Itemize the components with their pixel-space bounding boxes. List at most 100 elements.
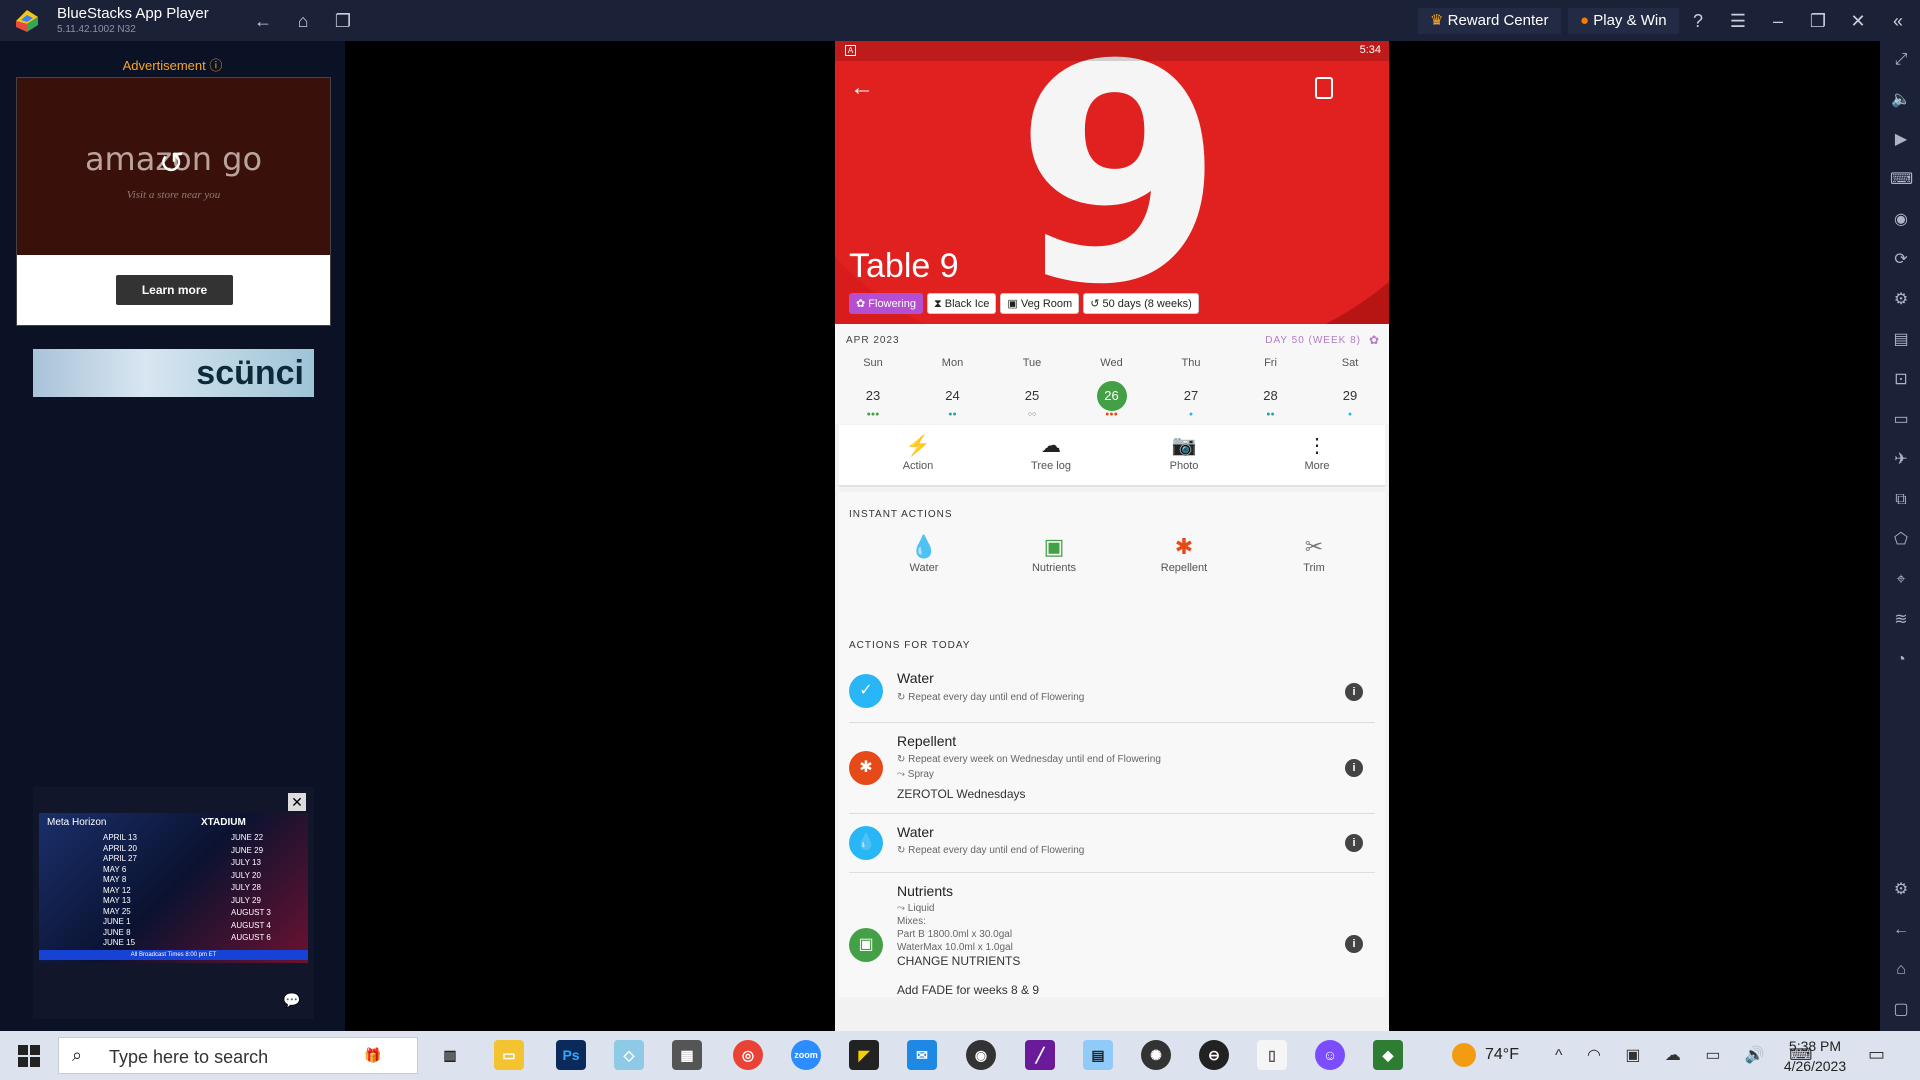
performance-icon[interactable]: ◔ bbox=[1890, 649, 1912, 671]
info-icon[interactable]: ⓘ bbox=[209, 58, 222, 73]
info-icon[interactable]: i bbox=[1345, 834, 1363, 852]
clock[interactable]: 5:38 PM 4/26/2023 bbox=[1770, 1036, 1860, 1076]
collapse-sidebar-icon[interactable]: « bbox=[1887, 10, 1909, 32]
sticky-notes-icon[interactable]: ◤ bbox=[849, 1040, 879, 1070]
windows-start-icon[interactable] bbox=[18, 1045, 40, 1067]
task-row[interactable]: ✱ Repellent ↻ Repeat every week on Wedne… bbox=[849, 723, 1375, 814]
window-app-icon[interactable]: ▤ bbox=[1083, 1040, 1113, 1070]
keyboard-icon[interactable]: ⌨ bbox=[1890, 169, 1913, 191]
calendar-day-name: Sun bbox=[863, 357, 883, 369]
status-a-icon: A bbox=[845, 45, 856, 56]
replay-macro-icon[interactable]: ⟳ bbox=[1890, 249, 1912, 271]
learn-more-button[interactable]: Learn more bbox=[116, 275, 233, 305]
file-explorer-icon[interactable]: ▭ bbox=[494, 1040, 524, 1070]
info-icon[interactable]: i bbox=[1345, 683, 1363, 701]
minimize-icon[interactable]: – bbox=[1767, 10, 1789, 32]
calendar-day-number[interactable]: 24 bbox=[938, 381, 968, 411]
location-icon[interactable]: ⌖ bbox=[1890, 569, 1912, 591]
calendar-day-number[interactable]: 23 bbox=[858, 381, 888, 411]
calendar-day-number[interactable]: 27 bbox=[1176, 381, 1206, 411]
record-icon[interactable]: ◉ bbox=[1890, 209, 1912, 231]
eco-mode-icon[interactable]: ⬠ bbox=[1890, 529, 1912, 551]
video-date: MAY 6 bbox=[103, 864, 127, 874]
amazon-go-ad[interactable]: amazon go Visit a store near you ↺ Learn… bbox=[16, 77, 331, 326]
layers-icon[interactable]: ≋ bbox=[1890, 609, 1912, 631]
screenshot-icon[interactable]: ⊡ bbox=[1890, 369, 1912, 391]
video-date: MAY 12 bbox=[103, 885, 131, 895]
replay-icon[interactable]: ↺ bbox=[159, 146, 184, 181]
calendar-day-number[interactable]: 29 bbox=[1335, 381, 1365, 411]
chip-room[interactable]: ▣ Veg Room bbox=[1000, 293, 1080, 314]
more-button[interactable]: ⋮ More bbox=[1267, 433, 1367, 472]
back-arrow-icon[interactable]: ← bbox=[850, 74, 874, 102]
multi-instance-icon[interactable]: ⧉ bbox=[1890, 489, 1912, 511]
close-video-icon[interactable]: ✕ bbox=[288, 793, 306, 811]
airplane-icon[interactable]: ✈ bbox=[1890, 449, 1912, 471]
bluestacks-taskbar-icon[interactable]: ◆ bbox=[1373, 1040, 1403, 1070]
apk-icon[interactable]: ▤ bbox=[1890, 329, 1912, 351]
recent-apps-icon[interactable]: ▢ bbox=[1890, 999, 1912, 1021]
info-icon[interactable]: i bbox=[1345, 935, 1363, 953]
instant-repellent-button[interactable]: ✱ Repellent bbox=[1139, 534, 1229, 574]
volume-icon[interactable]: 🔈 bbox=[1890, 89, 1912, 111]
video-ad[interactable]: ✕ Meta Horizon XTADIUM APRIL 13 APRIL 20 A… bbox=[33, 787, 314, 1019]
calculator-icon[interactable]: ▦ bbox=[672, 1040, 702, 1070]
tree-log-button[interactable]: ☁ Tree log bbox=[1001, 433, 1101, 472]
file-icon[interactable]: ▯ bbox=[1257, 1040, 1287, 1070]
action-label: Action bbox=[902, 460, 934, 472]
play-win-button[interactable]: ● Play & Win bbox=[1568, 8, 1679, 34]
discord-icon[interactable]: ☺ bbox=[1315, 1040, 1345, 1070]
back-arrow-icon[interactable]: ← bbox=[252, 10, 274, 32]
menu-icon[interactable]: ☰ bbox=[1727, 10, 1749, 32]
action-button[interactable]: ⚡ Action bbox=[868, 433, 968, 472]
folder-icon[interactable]: ▭ bbox=[1890, 409, 1912, 431]
android-home-icon[interactable]: ⌂ bbox=[1890, 959, 1912, 981]
restore-icon[interactable]: ❐ bbox=[1807, 10, 1829, 32]
obs-icon[interactable]: ◉ bbox=[966, 1040, 996, 1070]
zoom-icon[interactable]: zoom bbox=[791, 1040, 821, 1070]
task-view-icon[interactable]: ▥ bbox=[435, 1040, 465, 1070]
task-method-label: Spray bbox=[907, 769, 934, 780]
chip-age[interactable]: ↺ 50 days (8 weeks) bbox=[1083, 293, 1199, 314]
instant-nutrients-button[interactable]: ▣ Nutrients bbox=[1009, 534, 1099, 574]
gamepad-icon[interactable]: ⚙ bbox=[1890, 289, 1912, 311]
potion-icon[interactable] bbox=[1315, 77, 1333, 99]
app-icon[interactable]: ◇ bbox=[614, 1040, 644, 1070]
home-icon[interactable]: ⌂ bbox=[292, 10, 314, 32]
photo-button[interactable]: 📷 Photo bbox=[1134, 433, 1234, 472]
fullscreen-icon[interactable]: ⤢ bbox=[1890, 49, 1912, 71]
calendar-day-number[interactable]: 25 bbox=[1017, 381, 1047, 411]
android-screen: 9 A 5:34 ← Table 9 ✿ Flowering ⧗ Black Ic… bbox=[835, 41, 1389, 1031]
settings-icon[interactable]: ⚙ bbox=[1890, 879, 1912, 901]
status-time: 5:34 bbox=[1359, 44, 1381, 56]
scunci-banner-ad[interactable]: scünci bbox=[33, 349, 314, 397]
task-row[interactable]: 💧 Water ↻ Repeat every day until end of … bbox=[849, 814, 1375, 873]
task-row[interactable]: ✓ Water ↻ Repeat every day until end of … bbox=[849, 664, 1375, 723]
media-icon[interactable]: ▶ bbox=[1890, 129, 1912, 151]
graph-app-icon[interactable]: ╱ bbox=[1025, 1040, 1055, 1070]
instant-water-button[interactable]: 💧 Water bbox=[879, 534, 969, 574]
notifications-icon[interactable]: ▭ bbox=[1868, 1044, 1885, 1065]
task-row[interactable]: ▣ Nutrients ⤳ Liquid Mixes: Part B 1800.… bbox=[849, 873, 1375, 997]
chat-icon[interactable]: 💬 bbox=[283, 992, 300, 1009]
android-back-icon[interactable]: ← bbox=[1890, 919, 1912, 941]
calendar-day-dots: ● bbox=[1347, 411, 1353, 418]
info-icon[interactable]: i bbox=[1345, 759, 1363, 777]
weather-icon[interactable] bbox=[1452, 1043, 1476, 1067]
instant-trim-button[interactable]: ✂ Trim bbox=[1269, 534, 1359, 574]
app-circle-icon[interactable]: ⊖ bbox=[1199, 1040, 1229, 1070]
chrome-icon[interactable]: ◎ bbox=[733, 1040, 763, 1070]
davinci-icon[interactable]: ✺ bbox=[1141, 1040, 1171, 1070]
help-icon[interactable]: ? bbox=[1687, 10, 1709, 32]
close-icon[interactable]: ✕ bbox=[1847, 10, 1869, 32]
multi-window-icon[interactable]: ❐ bbox=[332, 10, 354, 32]
calendar-day-number[interactable]: 28 bbox=[1256, 381, 1286, 411]
gifts-icon[interactable]: 🎁 bbox=[328, 1040, 418, 1070]
chip-flowering[interactable]: ✿ Flowering bbox=[849, 293, 923, 314]
mail-icon[interactable]: ✉ bbox=[907, 1040, 937, 1070]
ad-image[interactable]: amazon go Visit a store near you ↺ bbox=[17, 78, 330, 255]
calendar-day-number[interactable]: 26 bbox=[1096, 381, 1127, 411]
reward-center-button[interactable]: ♛ Reward Center bbox=[1418, 8, 1561, 34]
chip-strain[interactable]: ⧗ Black Ice bbox=[926, 293, 997, 314]
photoshop-icon[interactable]: Ps bbox=[556, 1040, 586, 1070]
